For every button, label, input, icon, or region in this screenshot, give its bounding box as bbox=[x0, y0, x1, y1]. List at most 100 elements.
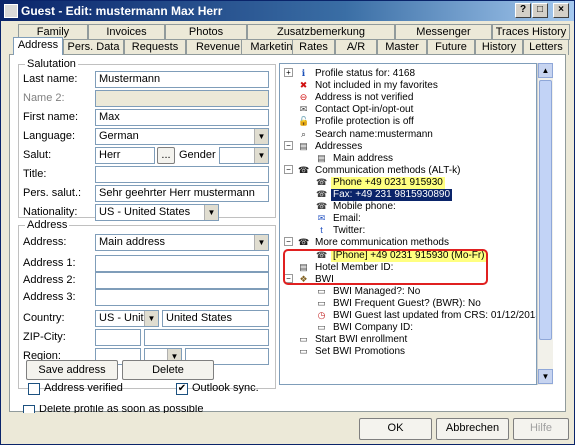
nationality-value: US - United States bbox=[99, 206, 191, 218]
tree-item-label: BWI Guest last updated from CRS: 01/12/2… bbox=[333, 310, 537, 321]
language-label: Language: bbox=[23, 130, 75, 142]
app-icon bbox=[4, 4, 18, 18]
salutation-group: Salutation Last name: Mustermann Name 2:… bbox=[18, 58, 276, 221]
doc-icon: ▭ bbox=[317, 322, 326, 333]
guest-edit-window: Guest - Edit: mustermann Max Herr ? □ × … bbox=[0, 0, 575, 445]
profile-tree[interactable]: + ℹ Profile status for: 4168 ✖ Not included … bbox=[279, 63, 537, 385]
address-select-value: Main address bbox=[99, 236, 166, 248]
address1-label: Address 1: bbox=[23, 257, 76, 269]
scroll-thumb[interactable] bbox=[539, 80, 552, 340]
address3-label: Address 3: bbox=[23, 291, 76, 303]
cancel-button[interactable]: Abbrechen bbox=[436, 418, 509, 440]
promo-icon: ▭ bbox=[299, 346, 308, 357]
outlook-sync-label: Outlook sync. bbox=[192, 382, 259, 394]
address-verified-label: Address verified bbox=[44, 382, 123, 394]
delete-address-button[interactable]: Delete bbox=[122, 360, 214, 380]
delete-profile-row: Delete profile as soon as possible bbox=[19, 405, 239, 413]
tab-traces-history[interactable]: Traces History bbox=[492, 24, 570, 40]
tab-requests[interactable]: Requests bbox=[124, 39, 186, 55]
pers-salut-label: Pers. salut.: bbox=[23, 187, 82, 199]
last-name-label: Last name: bbox=[23, 73, 78, 85]
title-label: Title: bbox=[23, 168, 47, 180]
language-select[interactable]: German ▼ bbox=[95, 128, 269, 145]
pers-salut-input[interactable]: Sehr geehrter Herr mustermann bbox=[95, 185, 269, 202]
tab-pers-data[interactable]: Pers. Data bbox=[63, 39, 124, 55]
scroll-up-icon[interactable]: ▲ bbox=[538, 63, 553, 78]
tree-item-label: Twitter: bbox=[333, 225, 366, 237]
save-address-button[interactable]: Save address bbox=[26, 360, 118, 380]
language-value: German bbox=[99, 130, 139, 142]
name2-label: Name 2: bbox=[23, 92, 65, 104]
tree-item-label: Profile protection is off bbox=[315, 116, 414, 128]
ok-button[interactable]: OK bbox=[359, 418, 432, 440]
tree-item-label: Contact Opt-in/opt-out bbox=[315, 104, 414, 116]
tree-item-label: More communication methods bbox=[315, 237, 449, 249]
nationality-select[interactable]: US - United States ▼ bbox=[95, 204, 219, 221]
chevron-down-icon: ▼ bbox=[144, 311, 158, 326]
help-title-button[interactable]: ? bbox=[515, 3, 531, 18]
phone-icon: ☎ bbox=[316, 176, 328, 187]
salut-input[interactable]: Herr bbox=[95, 147, 155, 164]
collapse-icon[interactable]: − bbox=[284, 237, 293, 247]
address1-input[interactable] bbox=[95, 255, 269, 272]
nationality-label: Nationality: bbox=[23, 206, 78, 218]
outlook-sync-checkbox[interactable]: ✔ bbox=[176, 383, 188, 395]
tree-item-label: BWI Frequent Guest? (BWR): No bbox=[333, 297, 481, 309]
tree-item-label: Communication methods (ALT-k) bbox=[315, 164, 461, 176]
maximize-button[interactable]: □ bbox=[532, 3, 548, 18]
collapse-icon[interactable]: − bbox=[284, 164, 293, 174]
tab-zusatzbemerkung[interactable]: Zusatzbemerkung bbox=[247, 24, 395, 40]
address-verified-checkbox[interactable] bbox=[28, 383, 40, 395]
tab-master[interactable]: Master bbox=[377, 39, 427, 55]
salut-browse-button[interactable]: ... bbox=[157, 147, 175, 164]
scroll-down-icon[interactable]: ▼ bbox=[538, 369, 553, 384]
tab-photos[interactable]: Photos bbox=[165, 24, 247, 40]
address3-input[interactable] bbox=[95, 289, 269, 306]
tab-address[interactable]: Address bbox=[13, 37, 63, 55]
address-icon: ▤ bbox=[317, 152, 326, 163]
phone-group-icon: ☎ bbox=[298, 164, 310, 175]
title-input[interactable] bbox=[95, 166, 269, 183]
twitter-icon: t bbox=[320, 225, 323, 236]
chevron-down-icon: ▼ bbox=[254, 148, 268, 163]
last-name-input[interactable]: Mustermann bbox=[95, 71, 269, 88]
address2-input[interactable] bbox=[95, 272, 269, 289]
country-code-select[interactable]: US - United ▼ bbox=[95, 310, 159, 327]
window-title: Guest - Edit: mustermann Max Herr bbox=[21, 4, 223, 18]
doc-icon: ▭ bbox=[317, 297, 326, 308]
close-button[interactable]: × bbox=[553, 3, 569, 18]
tree-item-label: Search name:mustermann bbox=[315, 128, 433, 140]
tab-a-r[interactable]: A/R bbox=[335, 39, 377, 55]
help-button[interactable]: Hilfe bbox=[513, 418, 569, 440]
address-select[interactable]: Main address ▼ bbox=[95, 234, 269, 251]
first-name-label: First name: bbox=[23, 111, 79, 123]
expand-icon[interactable]: + bbox=[284, 68, 293, 77]
tree-item-label: Email: bbox=[333, 213, 361, 225]
tab-history[interactable]: History bbox=[475, 39, 523, 55]
first-name-input[interactable]: Max bbox=[95, 109, 269, 126]
tab-messenger[interactable]: Messenger bbox=[395, 24, 492, 40]
tab-future[interactable]: Future bbox=[427, 39, 475, 55]
start-icon: ▭ bbox=[299, 334, 308, 345]
tab-invoices[interactable]: Invoices bbox=[88, 24, 165, 40]
delete-profile-label: Delete profile as soon as possible bbox=[39, 405, 204, 413]
red-x-icon: ✖ bbox=[299, 80, 308, 91]
gender-select[interactable]: ▼ bbox=[219, 147, 269, 164]
name2-input[interactable] bbox=[95, 90, 269, 107]
contact-icon: ✉ bbox=[299, 104, 308, 115]
chevron-down-icon: ▼ bbox=[204, 205, 218, 220]
tree-item-label: Mobile phone: bbox=[333, 201, 396, 213]
zip-city-label: ZIP-City: bbox=[23, 331, 66, 343]
tree-scrollbar[interactable]: ▲ ▼ bbox=[537, 63, 553, 385]
tab-letters[interactable]: Letters bbox=[523, 39, 569, 55]
annotation-highlight-box bbox=[283, 249, 488, 285]
country-name-input[interactable]: United States bbox=[162, 310, 269, 327]
city-input[interactable] bbox=[144, 329, 269, 346]
delete-profile-checkbox[interactable] bbox=[23, 405, 35, 413]
tab-rates[interactable]: Rates bbox=[292, 39, 335, 55]
tree-item-label: Start BWI enrollment bbox=[315, 334, 408, 346]
zip-input[interactable] bbox=[95, 329, 141, 346]
collapse-icon[interactable]: − bbox=[284, 140, 293, 150]
doc-icon: ▭ bbox=[317, 285, 326, 296]
tree-item-label: BWI Managed?: No bbox=[333, 285, 421, 297]
